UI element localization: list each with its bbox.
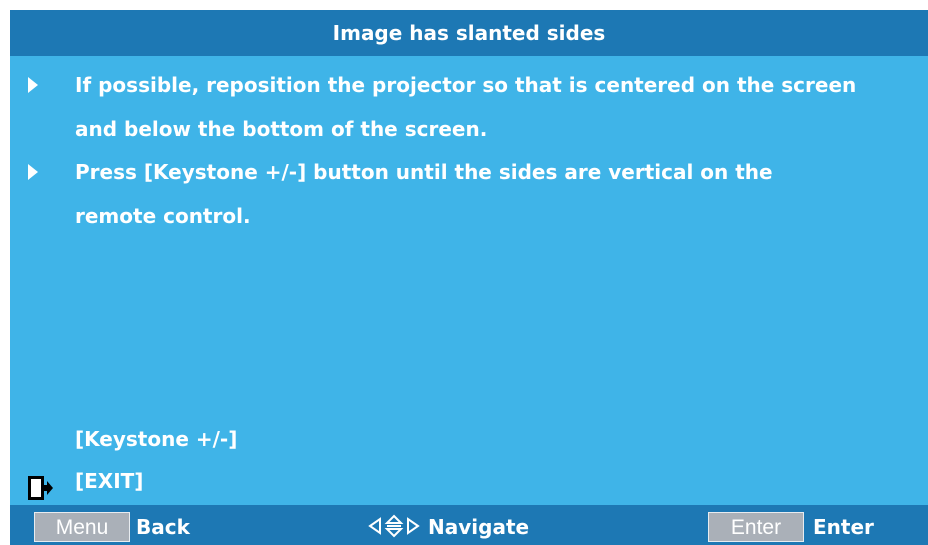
instruction-item: If possible, reposition the projector so…: [10, 58, 928, 148]
instruction-line: remote control.: [75, 204, 251, 228]
menu-key-button[interactable]: Menu: [34, 512, 130, 542]
enter-label: Enter: [813, 515, 874, 539]
instruction-item: Press [Keystone +/-] button until the si…: [10, 148, 928, 238]
instruction-line: Press [Keystone +/-] button until the si…: [75, 160, 773, 184]
keystone-button-label: [Keystone +/-]: [75, 427, 238, 451]
page-title: Image has slanted sides: [10, 10, 928, 56]
instruction-line: and below the bottom of the screen.: [75, 117, 488, 141]
exit-icon: [28, 476, 53, 500]
arrow-bullet-icon: [28, 77, 38, 93]
exit-button-label[interactable]: [EXIT]: [75, 467, 143, 495]
arrow-bullet-icon: [28, 164, 38, 180]
navigate-arrows-icon: [368, 514, 420, 538]
footer-bar: Menu Back Navigate Enter Enter: [10, 505, 928, 545]
instruction-line: If possible, reposition the projector so…: [75, 73, 857, 97]
navigate-label: Navigate: [428, 515, 530, 539]
osd-help-screen: Image has slanted sides If possible, rep…: [10, 10, 928, 545]
back-label: Back: [136, 515, 190, 539]
enter-key-button[interactable]: Enter: [708, 512, 804, 542]
